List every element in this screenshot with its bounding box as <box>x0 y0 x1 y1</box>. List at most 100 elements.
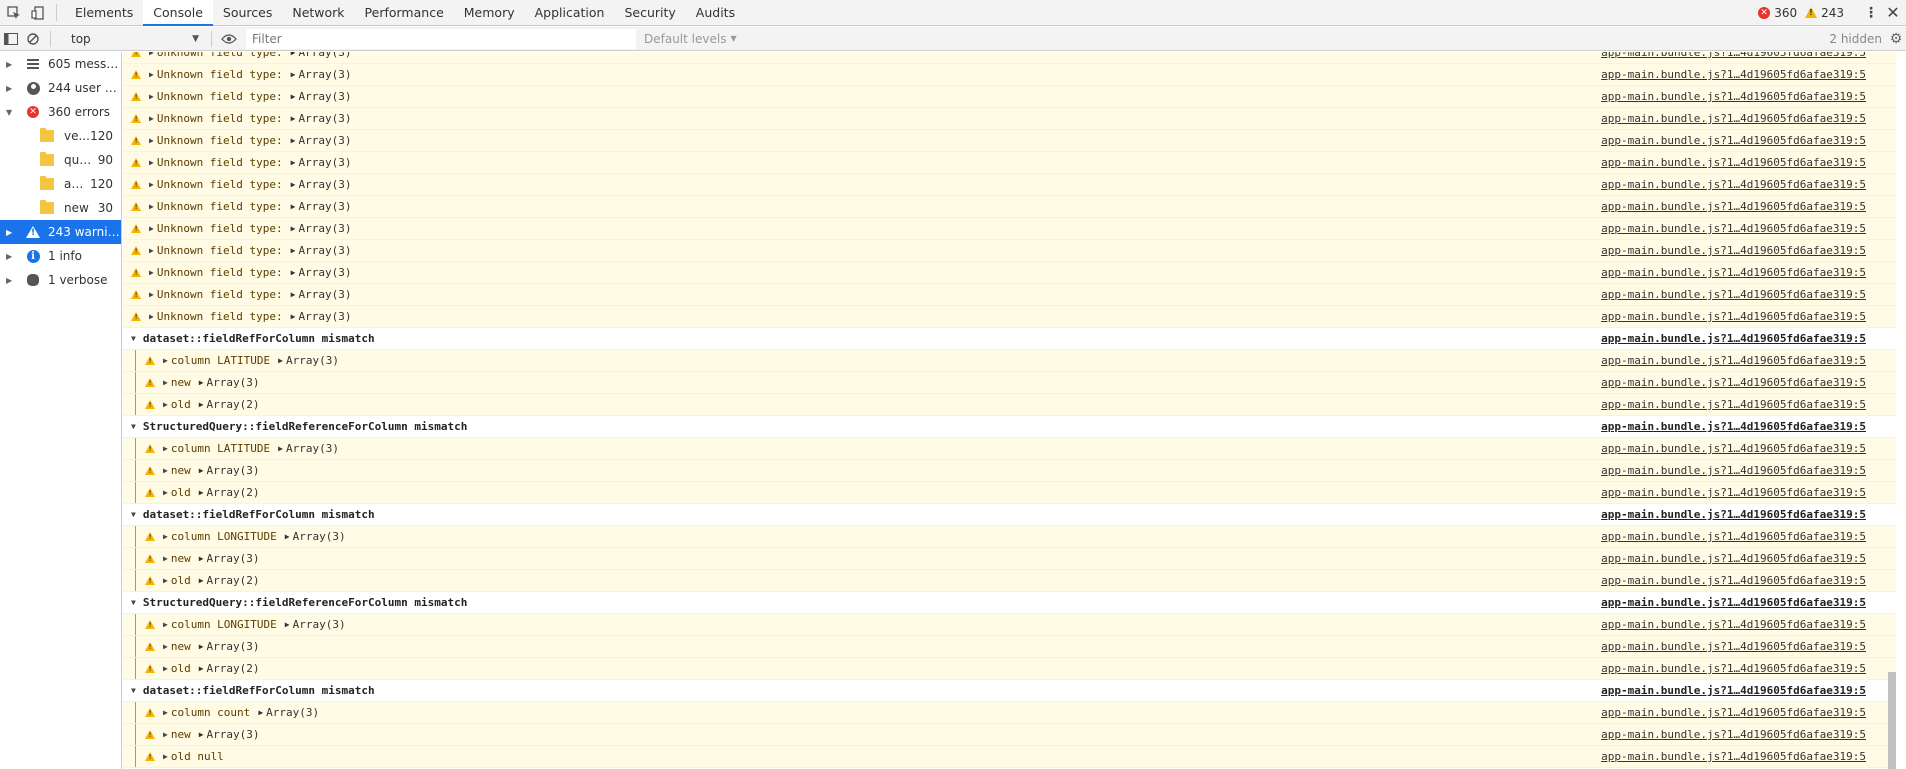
source-link[interactable]: app-main.bundle.js?1…4d19605fd6afae319:5 <box>1601 244 1866 257</box>
tab-elements[interactable]: Elements <box>65 0 143 25</box>
expand-triangle-right-icon[interactable]: ▶ <box>291 158 296 167</box>
console-warning-row[interactable]: ▶Unknown field type:▶Array(3)app-main.bu… <box>123 306 1896 328</box>
console-warning-row[interactable]: ▶Unknown field type:▶Array(3)app-main.bu… <box>123 174 1896 196</box>
expand-triangle-right-icon[interactable]: ▶ <box>6 84 16 93</box>
expand-triangle-right-icon[interactable]: ▶ <box>149 246 154 255</box>
expand-triangle-right-icon[interactable]: ▶ <box>163 576 168 585</box>
console-warning-row[interactable]: ▶Unknown field type:▶Array(3)app-main.bu… <box>123 152 1896 174</box>
source-link[interactable]: app-main.bundle.js?1…4d19605fd6afae319:5 <box>1601 684 1866 697</box>
expand-triangle-right-icon[interactable]: ▶ <box>199 378 204 387</box>
array-preview[interactable]: ▶ Array(3) <box>199 552 260 565</box>
source-link[interactable]: app-main.bundle.js?1…4d19605fd6afae319:5 <box>1601 156 1866 169</box>
device-toolbar-icon[interactable] <box>28 0 48 25</box>
expand-triangle-right-icon[interactable]: ▶ <box>285 532 290 541</box>
expand-triangle-right-icon[interactable]: ▶ <box>149 180 154 189</box>
source-link[interactable]: app-main.bundle.js?1…4d19605fd6afae319:5 <box>1601 640 1866 653</box>
array-preview[interactable]: ▶ Array(3) <box>278 354 339 367</box>
source-link[interactable]: app-main.bundle.js?1…4d19605fd6afae319:5 <box>1601 552 1866 565</box>
source-link[interactable]: app-main.bundle.js?1…4d19605fd6afae319:5 <box>1601 90 1866 103</box>
console-warning-row[interactable]: ▶column LATITUDE▶Array(3)app-main.bundle… <box>123 438 1896 460</box>
expand-triangle-right-icon[interactable]: ▶ <box>149 268 154 277</box>
expand-triangle-right-icon[interactable]: ▶ <box>149 202 154 211</box>
console-group-header[interactable]: ▼ dataset::fieldRefForColumn mismatch app-… <box>123 328 1896 350</box>
array-preview[interactable]: ▶ Array(3) <box>291 266 352 279</box>
array-preview[interactable]: ▶ Array(2) <box>199 398 260 411</box>
source-link[interactable]: app-main.bundle.js?1…4d19605fd6afae319:5 <box>1601 376 1866 389</box>
settings-gear-icon[interactable]: ⚙ <box>1886 31 1906 47</box>
source-link[interactable]: app-main.bundle.js?1…4d19605fd6afae319:5 <box>1601 420 1866 433</box>
console-warning-row[interactable]: ▶Unknown field type:▶Array(3)app-main.bu… <box>123 262 1896 284</box>
source-link[interactable]: app-main.bundle.js?1…4d19605fd6afae319:5 <box>1601 530 1866 543</box>
console-warning-row[interactable]: ▶Unknown field type:▶Array(3)app-main.bu… <box>123 284 1896 306</box>
source-link[interactable]: app-main.bundle.js?1…4d19605fd6afae319:5 <box>1601 574 1866 587</box>
expand-triangle-right-icon[interactable]: ▶ <box>163 400 168 409</box>
array-preview[interactable]: ▶ Array(3) <box>291 52 352 59</box>
console-warning-row[interactable]: ▶old null app-main.bundle.js?1…4d19605fd6… <box>123 746 1896 768</box>
tab-console[interactable]: Console <box>143 0 213 26</box>
expand-triangle-right-icon[interactable]: ▶ <box>149 52 154 57</box>
expand-triangle-right-icon[interactable]: ▶ <box>278 356 283 365</box>
expand-triangle-right-icon[interactable]: ▶ <box>163 730 168 739</box>
expand-triangle-right-icon[interactable]: ▶ <box>6 276 16 285</box>
console-warning-row[interactable]: ▶new▶Array(3)app-main.bundle.js?1…4d1960… <box>123 548 1896 570</box>
array-preview[interactable]: ▶ Array(3) <box>285 530 346 543</box>
console-warning-row[interactable]: ▶Unknown field type:▶Array(3)app-main.bu… <box>123 52 1896 64</box>
close-icon[interactable]: ✕ <box>1884 3 1902 22</box>
expand-triangle-right-icon[interactable]: ▶ <box>291 70 296 79</box>
console-warning-row[interactable]: ▶Unknown field type:▶Array(3)app-main.bu… <box>123 64 1896 86</box>
console-warning-row[interactable]: ▶old▶Array(2)app-main.bundle.js?1…4d1960… <box>123 570 1896 592</box>
expand-triangle-right-icon[interactable]: ▶ <box>199 730 204 739</box>
scrollbar-thumb[interactable] <box>1888 672 1896 769</box>
source-link[interactable]: app-main.bundle.js?1…4d19605fd6afae319:5 <box>1601 618 1866 631</box>
expand-triangle-down-icon[interactable]: ▼ <box>131 334 136 343</box>
log-levels-dropdown[interactable]: Default levels ▼ <box>644 32 737 46</box>
expand-triangle-right-icon[interactable]: ▶ <box>291 312 296 321</box>
array-preview[interactable]: ▶ Array(3) <box>291 222 352 235</box>
source-link[interactable]: app-main.bundle.js?1…4d19605fd6afae319:5 <box>1601 266 1866 279</box>
array-preview[interactable]: ▶ Array(3) <box>199 640 260 653</box>
expand-triangle-down-icon[interactable]: ▼ <box>131 598 136 607</box>
expand-triangle-right-icon[interactable]: ▶ <box>163 532 168 541</box>
array-preview[interactable]: ▶ Array(3) <box>199 376 260 389</box>
sidebar-item[interactable]: ve... 120 <box>0 124 121 148</box>
source-link[interactable]: app-main.bundle.js?1…4d19605fd6afae319:5 <box>1601 222 1866 235</box>
expand-triangle-right-icon[interactable]: ▶ <box>163 444 168 453</box>
array-preview[interactable]: ▶ Array(3) <box>291 200 352 213</box>
source-link[interactable]: app-main.bundle.js?1…4d19605fd6afae319:5 <box>1601 310 1866 323</box>
expand-triangle-down-icon[interactable]: ▼ <box>131 510 136 519</box>
source-link[interactable]: app-main.bundle.js?1…4d19605fd6afae319:5 <box>1601 178 1866 191</box>
live-expression-eye-icon[interactable] <box>218 28 240 50</box>
expand-triangle-right-icon[interactable]: ▶ <box>163 378 168 387</box>
expand-triangle-right-icon[interactable]: ▶ <box>6 60 16 69</box>
expand-triangle-right-icon[interactable]: ▶ <box>163 488 168 497</box>
console-warning-row[interactable]: ▶Unknown field type:▶Array(3)app-main.bu… <box>123 240 1896 262</box>
expand-triangle-right-icon[interactable]: ▶ <box>199 664 204 673</box>
source-link[interactable]: app-main.bundle.js?1…4d19605fd6afae319:5 <box>1601 332 1866 345</box>
source-link[interactable]: app-main.bundle.js?1…4d19605fd6afae319:5 <box>1601 442 1866 455</box>
context-selector[interactable]: top ▼ <box>65 29 205 49</box>
console-warning-row[interactable]: ▶new▶Array(3)app-main.bundle.js?1…4d1960… <box>123 724 1896 746</box>
console-group-header[interactable]: ▼ StructuredQuery::fieldReferenceForColum… <box>123 416 1896 438</box>
source-link[interactable]: app-main.bundle.js?1…4d19605fd6afae319:5 <box>1601 288 1866 301</box>
console-warning-row[interactable]: ▶old▶Array(2)app-main.bundle.js?1…4d1960… <box>123 658 1896 680</box>
source-link[interactable]: app-main.bundle.js?1…4d19605fd6afae319:5 <box>1601 728 1866 741</box>
array-preview[interactable]: ▶ Array(3) <box>291 134 352 147</box>
sidebar-item[interactable]: ▶ 1 verbose <box>0 268 121 292</box>
source-link[interactable]: app-main.bundle.js?1…4d19605fd6afae319:5 <box>1601 508 1866 521</box>
source-link[interactable]: app-main.bundle.js?1…4d19605fd6afae319:5 <box>1601 464 1866 477</box>
array-preview[interactable]: ▶ Array(3) <box>258 706 319 719</box>
source-link[interactable]: app-main.bundle.js?1…4d19605fd6afae319:5 <box>1601 200 1866 213</box>
array-preview[interactable]: ▶ Array(3) <box>291 178 352 191</box>
source-link[interactable]: app-main.bundle.js?1…4d19605fd6afae319:5 <box>1601 662 1866 675</box>
sidebar-item[interactable]: new 30 <box>0 196 121 220</box>
console-warning-row[interactable]: ▶Unknown field type:▶Array(3)app-main.bu… <box>123 108 1896 130</box>
expand-triangle-right-icon[interactable]: ▶ <box>6 228 16 237</box>
tab-security[interactable]: Security <box>614 0 685 25</box>
array-preview[interactable]: ▶ Array(3) <box>291 244 352 257</box>
array-preview[interactable]: ▶ Array(3) <box>291 90 352 103</box>
more-options-icon[interactable]: ⋮ <box>1862 5 1880 21</box>
console-warning-row[interactable]: ▶column count▶Array(3)app-main.bundle.js… <box>123 702 1896 724</box>
array-preview[interactable]: ▶ Array(3) <box>278 442 339 455</box>
source-link[interactable]: app-main.bundle.js?1…4d19605fd6afae319:5 <box>1601 112 1866 125</box>
expand-triangle-right-icon[interactable]: ▶ <box>199 466 204 475</box>
